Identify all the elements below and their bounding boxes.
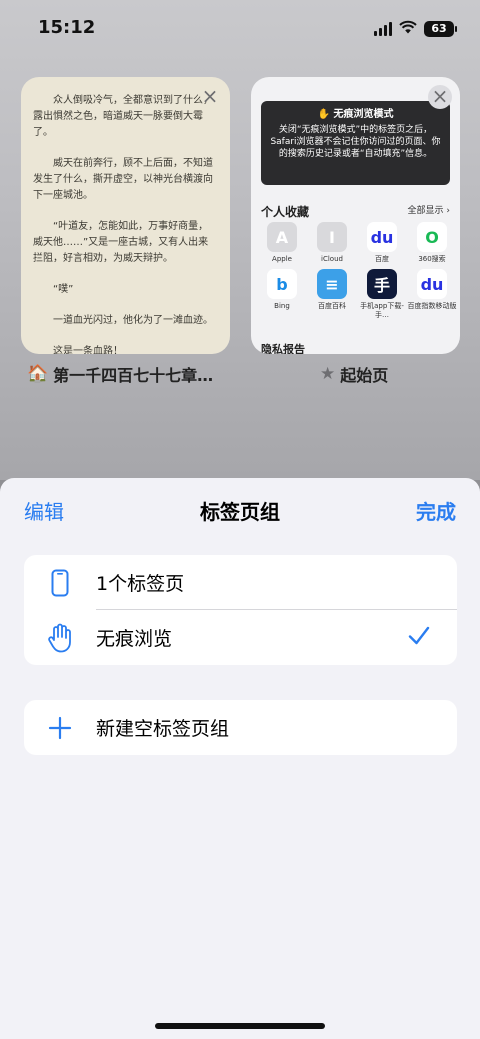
favorite-label: iCloud [321,255,343,263]
favorite-item[interactable]: IiCloud [307,222,357,264]
favorite-icon: O [417,222,447,252]
tab-group-list: 1个标签页 无痕浏览 [24,555,457,665]
privacy-report-title: 隐私报告 [261,343,305,354]
status-icons: 63 [374,19,457,38]
battery-icon: 63 [424,20,457,37]
favorite-item[interactable]: b Bing [257,269,307,320]
star-icon: ★ [320,364,336,384]
favorites-grid: A Apple IiCloud du 百度 O 360搜索 b Bing ≡ 百度百科 手手机app下… [257,222,457,320]
favorite-label: 360搜索 [418,255,446,263]
tab-group-label: 1个标签页 [96,573,185,595]
sheet-header: 编辑 标签页组 完成 [0,496,480,526]
wifi-icon [399,19,417,38]
favorite-item[interactable]: ≡ 百度百科 [307,269,357,320]
favorite-label: 手机app下载-手… [360,302,404,319]
tab-groups-sheet: 编辑 标签页组 完成 1个标签页 无痕浏览 新建空标签页组 [0,478,480,1039]
home-icon: 🏠 [27,364,49,384]
phone-icon [24,569,96,597]
favorite-icon: b [267,269,297,299]
favorite-icon: ≡ [317,269,347,299]
favorites-title: 个人收藏 [261,205,310,219]
checkmark-icon [407,624,431,652]
tab-group-label: 无痕浏览 [96,628,173,650]
tab-group-row-tabs[interactable]: 1个标签页 [24,555,457,610]
favorite-item[interactable]: 手手机app下载-手… [357,269,407,320]
tab-preview-content: 众人倒吸冷气，全都意识到了什么，露出惧然之色，暗道威天一脉要倒大霉了。 威天在前… [21,77,230,354]
favorite-label: 百度指数移动版 [407,302,457,310]
tab-card-start-page[interactable]: × ✋ 无痕浏览模式 关闭“无痕浏览模式”中的标签页之后，Safari浏览器不会… [251,77,460,354]
private-notice-title: ✋ 无痕浏览模式 [317,109,394,120]
favorite-icon: A [267,222,297,252]
plus-icon [24,716,96,740]
favorite-item[interactable]: O 360搜索 [407,222,457,264]
favorite-icon: du [417,269,447,299]
close-tab-icon[interactable]: × [198,85,222,109]
favorite-icon: du [367,222,397,252]
preview-paragraph: 众人倒吸冷气，全都意识到了什么，露出惧然之色，暗道威天一脉要倒大霉了。 [33,95,213,138]
favorite-label: 百度 [375,255,389,263]
cellular-signal-icon [374,21,392,36]
favorite-label: Apple [272,255,292,263]
favorite-icon: I [317,222,347,252]
preview-paragraph: 这是一条血路！ [53,346,123,354]
private-browsing-notice: ✋ 无痕浏览模式 关闭“无痕浏览模式”中的标签页之后，Safari浏览器不会记住… [261,101,450,185]
status-time: 15:12 [38,17,96,38]
close-tab-icon[interactable]: × [428,85,452,109]
preview-paragraph: 一道血光闪过，他化为了一滩血迹。 [53,315,213,326]
new-tab-group-card: 新建空标签页组 [24,700,457,755]
edit-button[interactable]: 编辑 [24,496,64,525]
favorite-icon: 手 [367,269,397,299]
favorite-label: 百度百科 [318,302,346,310]
favorite-item[interactable]: du 百度 [357,222,407,264]
new-group-label: 新建空标签页组 [96,718,230,740]
status-bar: 15:12 63 [0,0,480,58]
favorite-item[interactable]: A Apple [257,222,307,264]
tab-group-row-private[interactable]: 无痕浏览 [24,610,457,665]
favorite-label: Bing [274,302,290,310]
tab-card-novel[interactable]: × 众人倒吸冷气，全都意识到了什么，露出惧然之色，暗道威天一脉要倒大霉了。 威天… [21,77,230,354]
home-indicator [155,1023,325,1029]
tab-title: 起始页 [340,366,389,385]
preview-paragraph: “噗” [53,284,74,295]
preview-paragraph: “叶道友，怎能如此，万事好商量，威天他……”又是一座古城，又有人出来拦阻，好言相… [33,221,209,264]
sheet-title: 标签页组 [200,500,280,524]
private-notice-text: 关闭“无痕浏览模式”中的标签页之后，Safari浏览器不会记住你访问过的页面、你… [270,125,441,159]
done-button[interactable]: 完成 [416,496,456,525]
hand-raised-icon [24,623,96,653]
new-empty-tab-group-button[interactable]: 新建空标签页组 [24,700,457,755]
tab-caption-novel[interactable]: 🏠 第一千四百七十七章… [27,362,213,386]
favorites-header: 个人收藏 全部显示 › [261,203,450,220]
tab-title: 第一千四百七十七章… [53,366,214,385]
favorite-item[interactable]: du 百度指数移动版 [407,269,457,320]
tab-caption-start-page[interactable]: ★ 起始页 [320,362,388,386]
preview-paragraph: 威天在前奔行，顾不上后面，不知道发生了什么，撕开虚空，以神光台横渡向下一座城池。 [33,158,213,201]
show-all-link[interactable]: 全部显示 › [408,203,450,220]
